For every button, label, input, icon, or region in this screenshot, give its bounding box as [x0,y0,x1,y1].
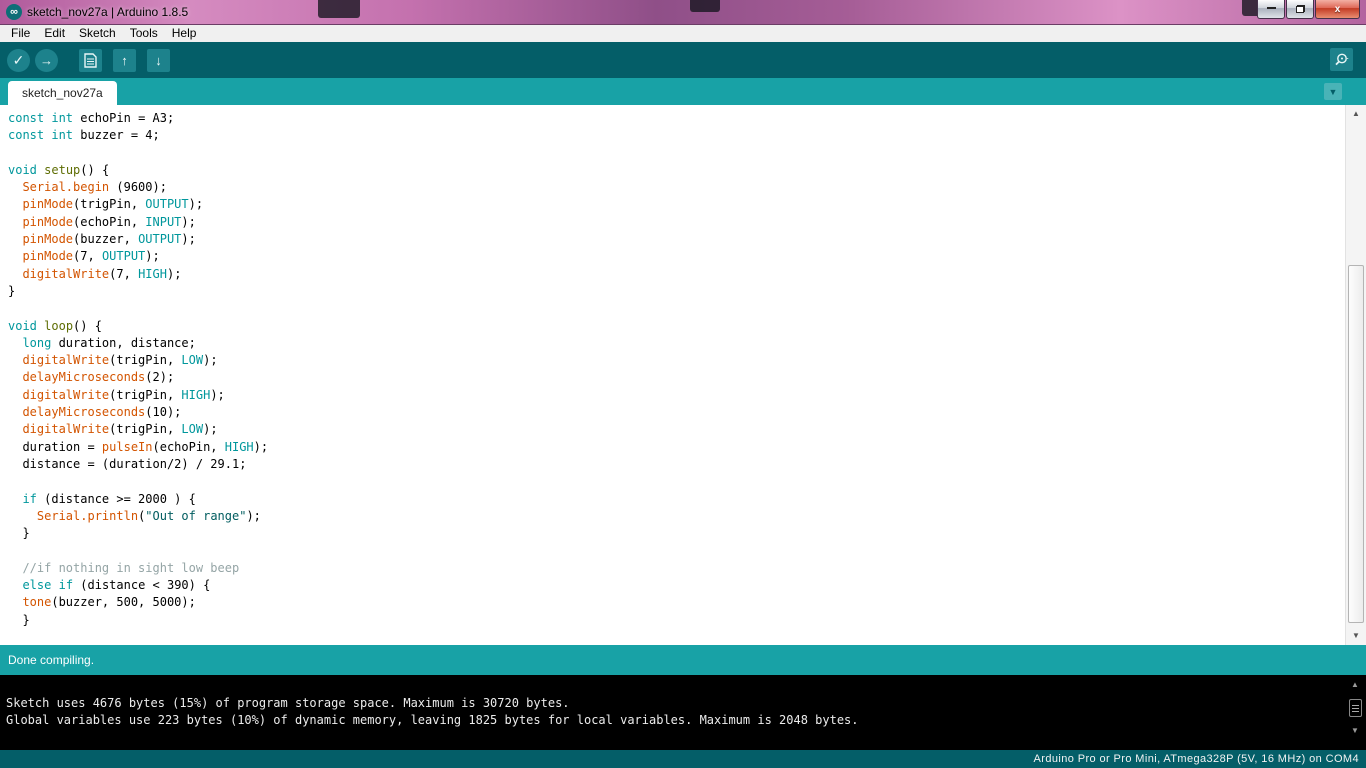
code-line: digitalWrite(trigPin, HIGH); [22,387,225,402]
scrollbar-down-icon[interactable]: ▼ [1346,627,1366,643]
tab-sketch-nov27a[interactable]: sketch_nov27a [8,81,117,105]
board-port-info: Arduino Pro or Pro Mini, ATmega328P (5V,… [1033,753,1359,765]
menu-file[interactable]: File [4,25,37,42]
code-line: } [8,283,16,298]
save-arrow-icon: ↓ [155,52,162,68]
code-line: digitalWrite(7, HIGH); [22,266,182,281]
code-line: pinMode(echoPin, INPUT); [22,214,196,229]
open-arrow-icon: ↑ [121,52,128,68]
menu-sketch[interactable]: Sketch [72,25,123,42]
background-window-shape [690,0,720,12]
code-line: const int buzzer = 4; [8,128,160,143]
code-line: digitalWrite(trigPin, LOW); [22,353,218,368]
editor-pane: const int echoPin = A3; const int buzzer … [0,105,1366,645]
menu-bar: File Edit Sketch Tools Help [0,25,1366,42]
arduino-ide-window: ∞ sketch_nov27a | Arduino 1.8.5 x File E… [0,0,1366,768]
code-line: tone(buzzer, 500, 5000); [22,595,196,610]
console-output: Sketch uses 4676 bytes (15%) of program … [0,675,1366,729]
editor-scrollbar[interactable]: ▲ ▼ [1345,105,1366,645]
console-scroll-down-icon[interactable]: ▼ [1351,723,1359,737]
code-area[interactable]: const int echoPin = A3; const int buzzer … [0,105,1345,645]
code-line: Serial.begin (9600); [22,180,167,195]
background-window-shape [318,0,360,18]
verify-check-icon: ✓ [12,51,25,68]
editor-scrollbar-thumb[interactable] [1348,265,1364,623]
console-scrollbar[interactable]: ▲ ▼ [1346,677,1364,747]
status-message: Done compiling. [8,653,95,667]
scrollbar-up-icon[interactable]: ▲ [1346,105,1366,121]
save-button[interactable]: ↓ [147,48,170,72]
code-line: void setup() { [8,162,110,177]
code-line: //if nothing in sight low beep [22,560,240,575]
tab-label: sketch_nov27a [22,86,103,100]
title-bar: ∞ sketch_nov27a | Arduino 1.8.5 x [0,0,1366,25]
toolbar: ✓ → ↑ ↓ [0,42,1366,78]
minimize-icon [1266,6,1276,9]
code-line: pinMode(buzzer, OUTPUT); [22,232,196,247]
window-controls: x [1256,0,1360,19]
code-line: void loop() { [8,318,102,333]
code-line: if (distance >= 2000 ) { [22,491,196,506]
restore-button[interactable] [1286,0,1314,19]
new-sketch-button[interactable] [79,48,102,72]
status-bar: Done compiling. [0,645,1366,675]
window-title: sketch_nov27a | Arduino 1.8.5 [27,5,189,19]
upload-button[interactable]: → [35,48,58,72]
code-line: digitalWrite(trigPin, LOW); [22,422,218,437]
close-button[interactable]: x [1315,0,1360,19]
code-line: delayMicroseconds(2); [22,370,175,385]
restore-icon [1295,5,1305,13]
tab-list-dropdown-button[interactable]: ▼ [1324,83,1342,100]
console-pane: Sketch uses 4676 bytes (15%) of program … [0,675,1366,750]
console-scrollbar-thumb[interactable] [1348,699,1362,717]
close-icon: x [1334,3,1341,15]
code-line: else if (distance < 390) { [22,578,211,593]
serial-monitor-magnifier-icon [1335,53,1349,66]
code-line: delayMicroseconds(10); [22,405,182,420]
code-line: long duration, distance; [22,335,196,350]
code-line: const int echoPin = A3; [8,111,175,125]
code-line: distance = (duration/2) / 29.1; [8,456,247,471]
serial-monitor-button[interactable] [1330,48,1353,71]
code-line: pinMode(7, OUTPUT); [22,249,160,264]
verify-button[interactable]: ✓ [7,48,30,72]
menu-help[interactable]: Help [165,25,204,42]
board-info-bar: Arduino Pro or Pro Mini, ATmega328P (5V,… [0,750,1366,768]
menu-tools[interactable]: Tools [123,25,165,42]
console-scroll-up-icon[interactable]: ▲ [1351,677,1359,691]
upload-arrow-icon: → [40,52,53,68]
menu-edit[interactable]: Edit [37,25,72,42]
code-line: pinMode(trigPin, OUTPUT); [22,197,204,212]
code-line: duration = pulseIn(echoPin, HIGH); [8,439,269,454]
minimize-button[interactable] [1257,0,1285,19]
open-button[interactable]: ↑ [113,48,136,72]
arduino-logo-icon: ∞ [6,4,22,20]
tab-bar: sketch_nov27a ▼ [0,78,1366,105]
console-line: Sketch uses 4676 bytes (15%) of program … [6,696,570,710]
code-line: } [8,612,30,627]
code-line: Serial.println("Out of range"); [36,508,261,523]
console-line: Global variables use 223 bytes (10%) of … [6,713,859,727]
new-document-icon [84,52,97,68]
code-line: } [8,526,30,541]
chevron-down-icon: ▼ [1328,86,1338,97]
